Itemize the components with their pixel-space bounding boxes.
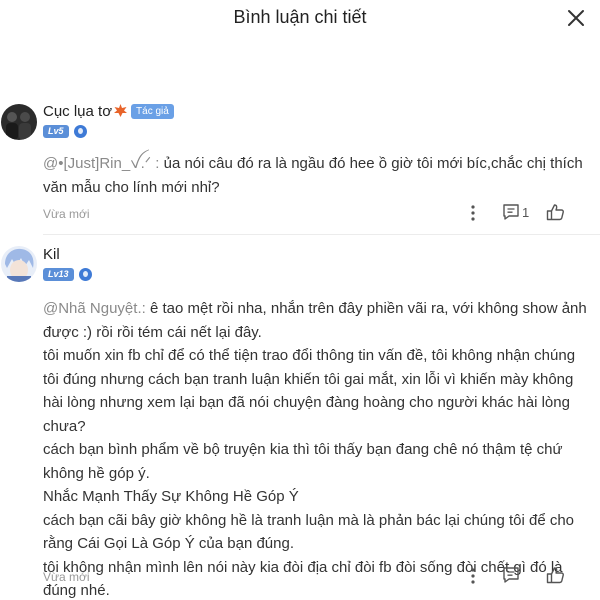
- reply-button[interactable]: [502, 203, 520, 226]
- divider: [43, 234, 600, 235]
- user-badges: Lv5: [43, 125, 87, 139]
- comment-line: @Nhã Nguyệt.: ê tao mệt rồi nha, nhắn tr…: [43, 297, 588, 344]
- level-badge: Lv13: [43, 268, 74, 281]
- user-name[interactable]: Kil: [43, 246, 60, 263]
- vip-icon: [78, 268, 92, 281]
- comment-time: Vừa mới: [43, 570, 90, 584]
- reply-count: 1: [522, 205, 530, 220]
- comment-text: @Nhã Nguyệt.: ê tao mệt rồi nha, nhắn tr…: [43, 297, 588, 600]
- more-button[interactable]: [468, 566, 478, 591]
- comment-line: cách bạn bình phẩm về bộ truyện kia thì …: [43, 441, 563, 482]
- mention-link[interactable]: @Nhã Nguyệt.:: [43, 300, 146, 317]
- avatar[interactable]: [1, 104, 37, 140]
- user-badges: Lv13: [43, 268, 92, 282]
- comment-time: Vừa mới: [43, 207, 90, 221]
- like-button[interactable]: [546, 566, 565, 589]
- user-name-text: Cục lụa tơ: [43, 103, 113, 120]
- comment-line: tôi muốn xin fb chỉ để có thể tiện trao …: [43, 347, 576, 435]
- comment-line: Nhắc Mạnh Thấy Sự Không Hề Góp Ý: [43, 488, 299, 505]
- close-button[interactable]: [566, 8, 586, 28]
- user-name[interactable]: Cục lụa tơ Tác giả: [43, 103, 174, 122]
- reply-icon: [503, 204, 519, 220]
- more-button[interactable]: [468, 203, 478, 228]
- comment-actions: 1: [468, 203, 588, 223]
- level-badge: Lv5: [43, 125, 69, 138]
- reply-icon: [503, 567, 519, 583]
- like-icon: [546, 204, 564, 221]
- more-icon: [471, 568, 475, 584]
- reply-button[interactable]: [502, 566, 520, 589]
- vip-icon: [73, 125, 87, 138]
- like-icon: [546, 567, 564, 584]
- author-tag: Tác giả: [131, 104, 174, 119]
- dialog-header: Bình luận chi tiết: [0, 0, 600, 36]
- more-icon: [471, 205, 475, 221]
- comment-text: @•[Just]Rin_ꪜ.ᐟ : ủa nói câu đó ra là ng…: [43, 152, 588, 199]
- dialog-title: Bình luận chi tiết: [233, 7, 367, 27]
- like-button[interactable]: [546, 203, 565, 226]
- comment-actions: [468, 566, 588, 586]
- leaf-icon: [113, 103, 128, 122]
- mention-link[interactable]: @•[Just]Rin_ꪜ.ᐟ :: [43, 155, 159, 172]
- comment-line: cách bạn cãi bây giờ không hề là tranh l…: [43, 511, 575, 553]
- avatar[interactable]: [1, 246, 37, 282]
- close-icon: [568, 10, 584, 26]
